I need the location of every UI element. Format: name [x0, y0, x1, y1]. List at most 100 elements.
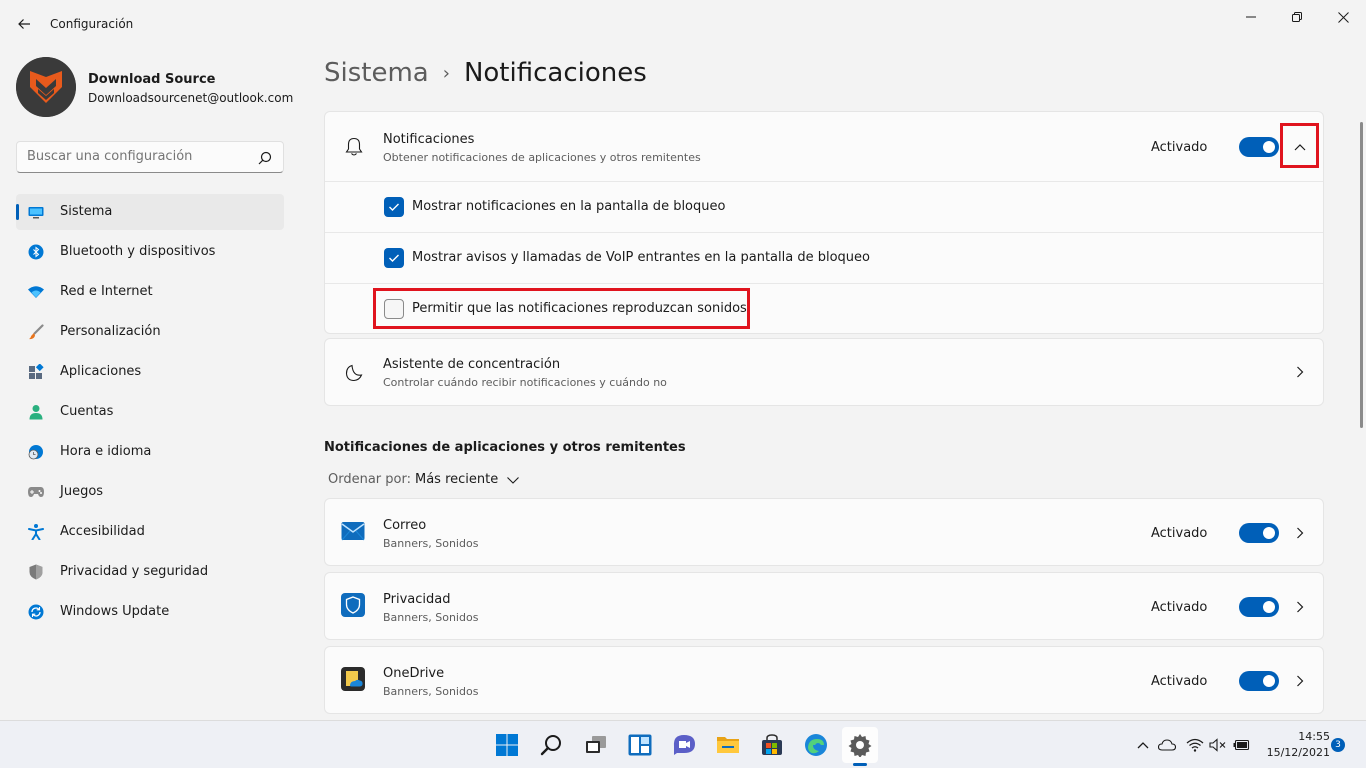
- checkmark-icon: [389, 203, 399, 211]
- app-open-onedrive[interactable]: [1292, 673, 1308, 689]
- sidebar-item-cuentas[interactable]: Cuentas: [16, 394, 284, 430]
- restore-button[interactable]: [1274, 4, 1320, 30]
- minimize-button[interactable]: [1228, 4, 1274, 30]
- lockscreen-checkbox[interactable]: [384, 197, 404, 217]
- taskbar-search-button[interactable]: [533, 727, 569, 763]
- app-state: Activado: [1151, 526, 1208, 541]
- chevron-right-icon: [1297, 527, 1304, 539]
- sidebar-item-aplicaciones[interactable]: Aplicaciones: [16, 354, 284, 390]
- chevron-right-icon: [1297, 601, 1304, 613]
- profile-email: Downloadsourcenet@outlook.com: [88, 91, 294, 105]
- app-row-onedrive[interactable]: OneDrive Banners, Sonidos Activado: [324, 646, 1324, 714]
- edge-button[interactable]: [798, 727, 834, 763]
- sort-value[interactable]: Más reciente: [415, 472, 498, 487]
- focus-assist-title: Asistente de concentración: [383, 357, 561, 372]
- title-bar: Configuración: [0, 0, 1366, 48]
- wifi-icon: [28, 284, 44, 300]
- volume-tray-button[interactable]: [1209, 736, 1227, 754]
- sidebar-item-red[interactable]: Red e Internet: [16, 274, 284, 310]
- scrollbar[interactable]: [1360, 122, 1363, 428]
- sidebar-item-sistema[interactable]: Sistema: [16, 194, 284, 230]
- sidebar-item-accesibilidad[interactable]: Accesibilidad: [16, 514, 284, 550]
- battery-tray-button[interactable]: [1233, 736, 1251, 754]
- update-icon: [28, 604, 44, 620]
- file-explorer-button[interactable]: [710, 727, 746, 763]
- store-icon: [762, 734, 782, 755]
- sidebar-item-juegos[interactable]: Juegos: [16, 474, 284, 510]
- onedrive-icon: [341, 667, 365, 691]
- focus-assist-subtitle: Controlar cuándo recibir notificaciones …: [383, 376, 667, 389]
- onedrive-tray-button[interactable]: [1158, 736, 1176, 754]
- restore-icon: [1292, 12, 1302, 22]
- clock[interactable]: 14:55 15/12/2021: [1258, 729, 1330, 761]
- moon-icon: [343, 362, 365, 384]
- widgets-button[interactable]: [622, 727, 658, 763]
- chevron-right-icon: [1297, 675, 1304, 687]
- clock-date: 15/12/2021: [1266, 746, 1330, 759]
- app-toggle-onedrive[interactable]: [1239, 671, 1279, 691]
- apps-icon: [28, 364, 44, 380]
- network-tray-button[interactable]: [1186, 736, 1204, 754]
- notification-badge[interactable]: 3: [1331, 738, 1345, 752]
- option-row-voip[interactable]: Mostrar avisos y llamadas de VoIP entran…: [325, 232, 1323, 283]
- sort-label: Ordenar por:: [328, 472, 411, 487]
- focus-assist-open[interactable]: [1292, 364, 1308, 380]
- app-state: Activado: [1151, 674, 1208, 689]
- show-hidden-icons-button[interactable]: [1134, 736, 1152, 754]
- close-button[interactable]: [1320, 4, 1366, 30]
- speaker-muted-icon: [1209, 738, 1226, 752]
- accessibility-icon: [28, 524, 44, 540]
- page-title: Notificaciones: [463, 58, 647, 88]
- app-open-correo[interactable]: [1292, 525, 1308, 541]
- focus-assist-card[interactable]: Asistente de concentración Controlar cuá…: [324, 338, 1324, 406]
- sidebar-item-bluetooth[interactable]: Bluetooth y dispositivos: [16, 234, 284, 270]
- app-row-correo[interactable]: Correo Banners, Sonidos Activado: [324, 498, 1324, 566]
- chevron-up-icon: [1137, 742, 1149, 749]
- chat-icon: [673, 735, 695, 755]
- sidebar-item-label: Personalización: [60, 324, 161, 339]
- breadcrumb: Sistema › Notificaciones: [324, 58, 647, 88]
- sidebar-item-privacidad[interactable]: Privacidad y seguridad: [16, 554, 284, 590]
- voip-checkbox[interactable]: [384, 248, 404, 268]
- app-detail: Banners, Sonidos: [383, 537, 479, 550]
- back-button[interactable]: [12, 12, 36, 36]
- task-view-button[interactable]: [578, 727, 614, 763]
- shield-icon: [28, 564, 44, 580]
- search-icon[interactable]: [257, 150, 273, 166]
- profile-name: Download Source: [88, 72, 216, 87]
- app-toggle-correo[interactable]: [1239, 523, 1279, 543]
- gear-icon: [848, 734, 872, 757]
- option-row-lockscreen[interactable]: Mostrar notificaciones en la pantalla de…: [325, 181, 1323, 232]
- search-input[interactable]: [27, 149, 247, 164]
- taskbar: 14:55 15/12/2021 3: [0, 720, 1366, 768]
- store-button[interactable]: [754, 727, 790, 763]
- notifications-state: Activado: [1151, 140, 1208, 155]
- app-detail: Banners, Sonidos: [383, 685, 479, 698]
- checkmark-icon: [389, 254, 399, 262]
- gamepad-icon: [28, 484, 44, 500]
- widgets-icon: [628, 734, 652, 756]
- user-profile[interactable]: Download Source Downloadsourcenet@outloo…: [16, 57, 293, 117]
- app-toggle-privacidad[interactable]: [1239, 597, 1279, 617]
- sidebar-item-label: Red e Internet: [60, 284, 153, 299]
- arrow-left-icon: [18, 19, 30, 29]
- sidebar-nav: Sistema Bluetooth y dispositivos Red e I…: [16, 194, 284, 634]
- settings-taskbar-button[interactable]: [842, 727, 878, 763]
- start-button[interactable]: [489, 727, 525, 763]
- notifications-row[interactable]: Notificaciones Obtener notificaciones de…: [325, 112, 1323, 181]
- sort-dropdown[interactable]: Ordenar por: Más reciente: [328, 472, 520, 487]
- chat-button[interactable]: [666, 727, 702, 763]
- breadcrumb-separator: ›: [442, 62, 450, 84]
- app-open-privacidad[interactable]: [1292, 599, 1308, 615]
- edge-icon: [805, 734, 827, 756]
- sidebar-item-personalizacion[interactable]: Personalización: [16, 314, 284, 350]
- window-title: Configuración: [50, 17, 134, 31]
- sidebar-item-label: Sistema: [60, 204, 113, 219]
- app-row-privacidad[interactable]: Privacidad Banners, Sonidos Activado: [324, 572, 1324, 640]
- search-box[interactable]: [16, 141, 284, 173]
- breadcrumb-parent[interactable]: Sistema: [324, 58, 429, 88]
- notifications-toggle[interactable]: [1239, 137, 1279, 157]
- sidebar-item-windows-update[interactable]: Windows Update: [16, 594, 284, 630]
- sidebar-item-hora[interactable]: Hora e idioma: [16, 434, 284, 470]
- clock-time: 14:55: [1298, 730, 1330, 743]
